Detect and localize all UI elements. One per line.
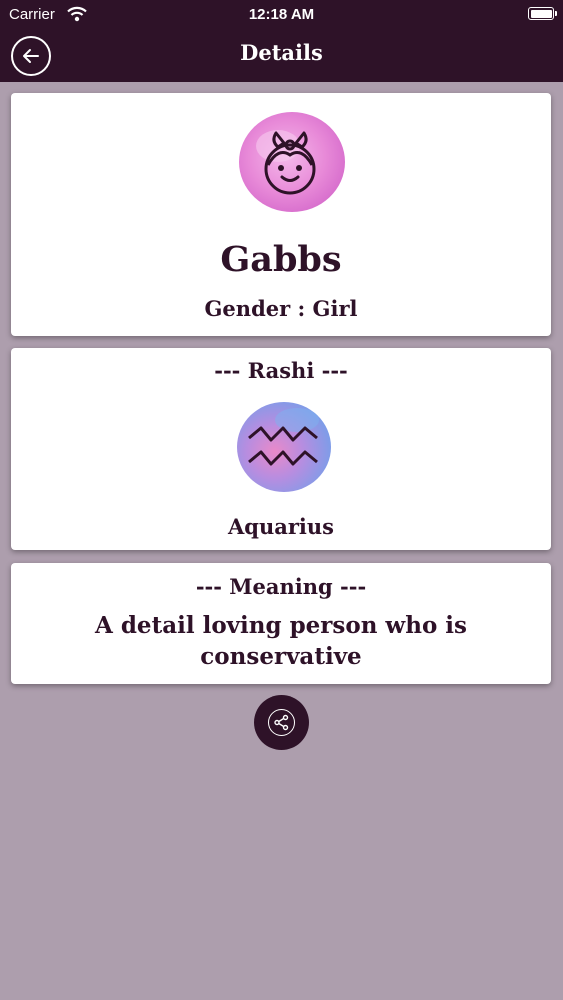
status-time: 12:18 AM bbox=[248, 6, 315, 23]
meaning-heading: --- Meaning --- bbox=[195, 574, 367, 599]
rashi-card: --- Rashi --- Aquarius bbox=[11, 348, 551, 550]
meaning-card: --- Meaning --- A detail loving person w… bbox=[11, 563, 551, 684]
person-name: Gabbs bbox=[220, 239, 342, 280]
meaning-text: A detail loving person who is conservati… bbox=[95, 612, 467, 670]
girl-face-icon bbox=[239, 112, 345, 212]
rashi-heading: --- Rashi --- bbox=[214, 358, 348, 383]
battery-icon bbox=[528, 7, 557, 20]
aquarius-icon bbox=[237, 402, 331, 492]
status-bar: Carrier 12:18 AM bbox=[0, 0, 563, 30]
rashi-name: Aquarius bbox=[228, 514, 334, 539]
profile-card: Gabbs Gender : Girl bbox=[11, 93, 551, 336]
share-button[interactable] bbox=[254, 695, 309, 750]
share-icon bbox=[274, 714, 289, 731]
gender-label: Gender : Girl bbox=[204, 296, 358, 321]
page-title: Details bbox=[240, 40, 323, 65]
navigation-bar: Details bbox=[0, 30, 563, 82]
